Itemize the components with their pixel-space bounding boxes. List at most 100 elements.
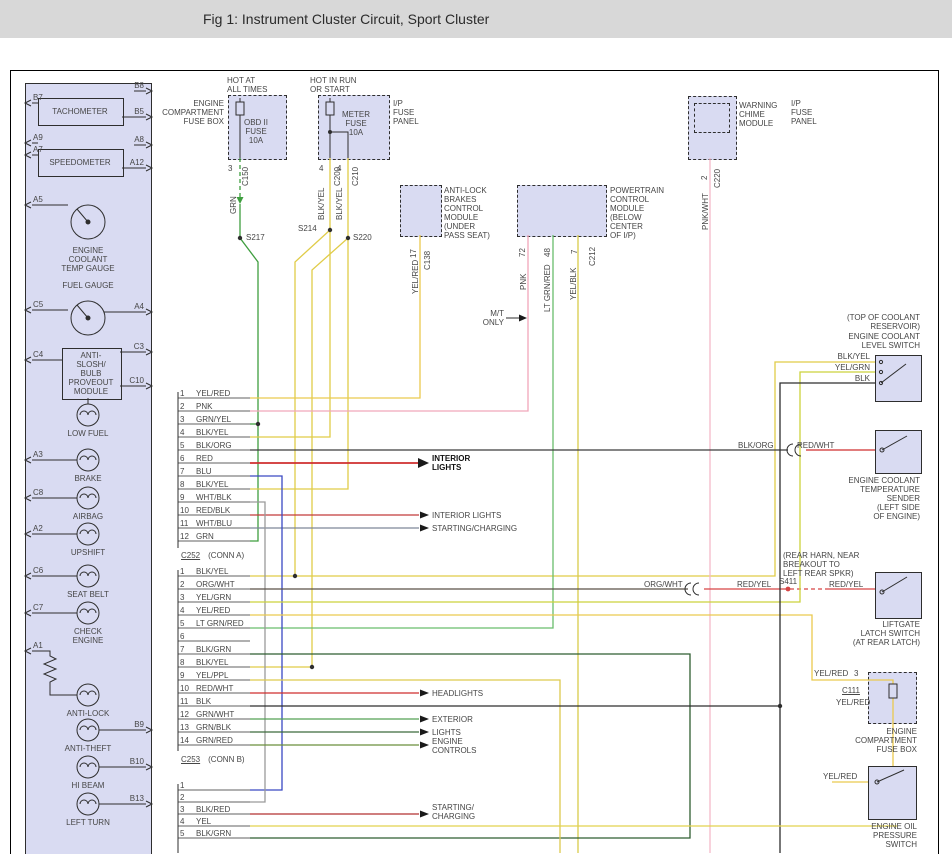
- meter-fuse-label: METER FUSE 10A: [339, 110, 373, 137]
- tachometer-label: TACHOMETER: [38, 107, 122, 116]
- pnk-wire-label: PNK: [519, 274, 528, 290]
- cluster-pin-left: A1: [33, 641, 43, 650]
- lamp-label: LEFT TURN: [62, 818, 114, 827]
- connB-row-pin: 7: [180, 645, 184, 654]
- wire-grn: [240, 204, 258, 541]
- connB-row-label: GRN/WHT: [196, 710, 234, 719]
- resistor-icon: [32, 651, 77, 695]
- dest-headlights: HEADLIGHTS: [432, 689, 502, 698]
- cluster-pin-left: C7: [33, 603, 43, 612]
- connC-row-label: BLK/GRN: [196, 829, 231, 838]
- wire-layer: [237, 158, 898, 853]
- arrow-interior-lights: [418, 458, 429, 468]
- connA-row-label: PNK: [196, 402, 212, 411]
- cluster-pin-left: A5: [33, 195, 43, 204]
- connA-row-pin: 5: [180, 441, 184, 450]
- pin-4a-label: 4: [319, 164, 323, 173]
- speedometer-label: SPEEDOMETER: [38, 158, 122, 167]
- ip-fuse-panel-label-2: I/P FUSE PANEL: [791, 99, 827, 126]
- connC-row-pin: 1: [180, 781, 184, 790]
- wire-blu: [250, 476, 282, 790]
- connA-row-label: RED: [196, 454, 213, 463]
- pin-chevron-left-icon: [25, 202, 31, 208]
- lamp-filament-icon: [80, 763, 96, 767]
- oil-switch-label: ENGINE OIL PRESSURE SWITCH: [843, 822, 917, 849]
- blkyel-wire-label-2: BLK/YEL: [335, 188, 344, 220]
- arrow-exterior-lights: [420, 716, 429, 723]
- cluster-pin-left: C5: [33, 300, 43, 309]
- coolant-switch-terminal: [879, 360, 882, 363]
- engine-fuse-box-label: ENGINE COMPARTMENT FUSE BOX: [158, 99, 224, 126]
- pin-chevron-left-icon: [25, 357, 31, 363]
- connB-row-pin: 12: [180, 710, 189, 719]
- connB-row-pin: 8: [180, 658, 184, 667]
- pin-chevron-right-icon: [146, 142, 152, 148]
- connA-row-label: GRN/YEL: [196, 415, 231, 424]
- pin-chevron-left-icon: [25, 457, 31, 463]
- cluster-stubs: [32, 91, 146, 804]
- lamp-filament-icon: [80, 456, 96, 460]
- lamp-label: LOW FUEL: [62, 429, 114, 438]
- connA-row-label: YEL/RED: [196, 389, 230, 398]
- connB-row-label: GRN/RED: [196, 736, 233, 745]
- connC-row-label: BLK/RED: [196, 805, 230, 814]
- connB-row-pin: 13: [180, 723, 189, 732]
- temp-sender-label: ENGINE COOLANT TEMPERATURE SENDER (LEFT …: [840, 476, 920, 521]
- lamp-filament-icon: [80, 609, 96, 613]
- cluster-pin-left: A7: [33, 145, 43, 154]
- connB-row-pin: 9: [180, 671, 184, 680]
- connB-row-pin: 5: [180, 619, 184, 628]
- connC-row-pin: 2: [180, 793, 184, 802]
- wire-blkyel-b: [250, 158, 348, 489]
- coolant-wire-blk: BLK: [830, 374, 870, 383]
- connA-row-pin: 11: [180, 519, 188, 528]
- obd-fuse-label: OBD II FUSE 10A: [237, 118, 275, 145]
- pin-7-label: 7: [570, 250, 579, 254]
- pin-chevron-right-icon: [146, 88, 152, 94]
- lamp-filament-icon: [80, 411, 96, 415]
- pin-chevron-left-icon: [25, 531, 31, 537]
- pin-chevron-left-icon: [25, 140, 31, 146]
- lamp-filament-icon: [80, 800, 96, 804]
- pin-chevron-right-icon: [146, 349, 152, 355]
- s411-splice-dot: [786, 587, 791, 592]
- cluster-pin-right: C3: [122, 342, 144, 351]
- hot-at-all-times-label: HOT AT ALL TIMES: [227, 76, 271, 94]
- cluster-pin-right: B8: [122, 81, 144, 90]
- cluster-pin-left: C8: [33, 488, 43, 497]
- redwht-wire-label: RED/WHT: [797, 441, 834, 450]
- wiring-diagram-page: Fig 1: Instrument Cluster Circuit, Sport…: [0, 0, 952, 854]
- s220-label: S220: [353, 233, 372, 242]
- s217-label: S217: [246, 233, 265, 242]
- pin-chevron-left-icon: [25, 152, 31, 158]
- connA-code: C252: [181, 551, 200, 560]
- wire-blkyel-coolant: [250, 362, 875, 576]
- connA-suffix: (CONN A): [208, 551, 244, 560]
- connA-row-pin: 10: [180, 506, 189, 515]
- dest-engine-controls: ENGINE CONTROLS: [432, 737, 488, 755]
- cluster-pin-left: C6: [33, 566, 43, 575]
- pin-3-label: 3: [228, 164, 232, 173]
- pin-chevron-right-icon: [146, 727, 152, 733]
- cluster-pin-left: A2: [33, 524, 43, 533]
- pnkwht-wire-label: PNK/WHT: [701, 193, 710, 230]
- connC-row-label: YEL: [196, 817, 211, 826]
- connA-row-label: BLU: [196, 467, 212, 476]
- pin-chevron-left-icon: [25, 100, 31, 106]
- yelred-c111-label-2: YEL/RED: [836, 698, 870, 707]
- temp-gauge-label: ENGINE COOLANT TEMP GAUGE: [57, 246, 119, 273]
- connB-row-pin: 2: [180, 580, 184, 589]
- blkorg-wire-label: BLK/ORG: [738, 441, 774, 450]
- dest-starting-charging: STARTING/CHARGING: [432, 524, 522, 533]
- lamp-label: BRAKE: [62, 474, 114, 483]
- connA-row-label: WHT/BLK: [196, 493, 232, 502]
- coolant-switch-label: ENGINE COOLANT LEVEL SWITCH: [840, 332, 920, 350]
- meter-fuse-icon: [326, 102, 334, 115]
- lamp-filament-icon: [80, 530, 96, 534]
- c210-label: C210: [351, 167, 360, 186]
- connA-row-label: BLK/ORG: [196, 441, 232, 450]
- cluster-pin-right: C10: [122, 376, 144, 385]
- arrow-engine-controls: [420, 742, 429, 749]
- c212-label: C212: [588, 247, 597, 266]
- connB-row-label: YEL/GRN: [196, 593, 231, 602]
